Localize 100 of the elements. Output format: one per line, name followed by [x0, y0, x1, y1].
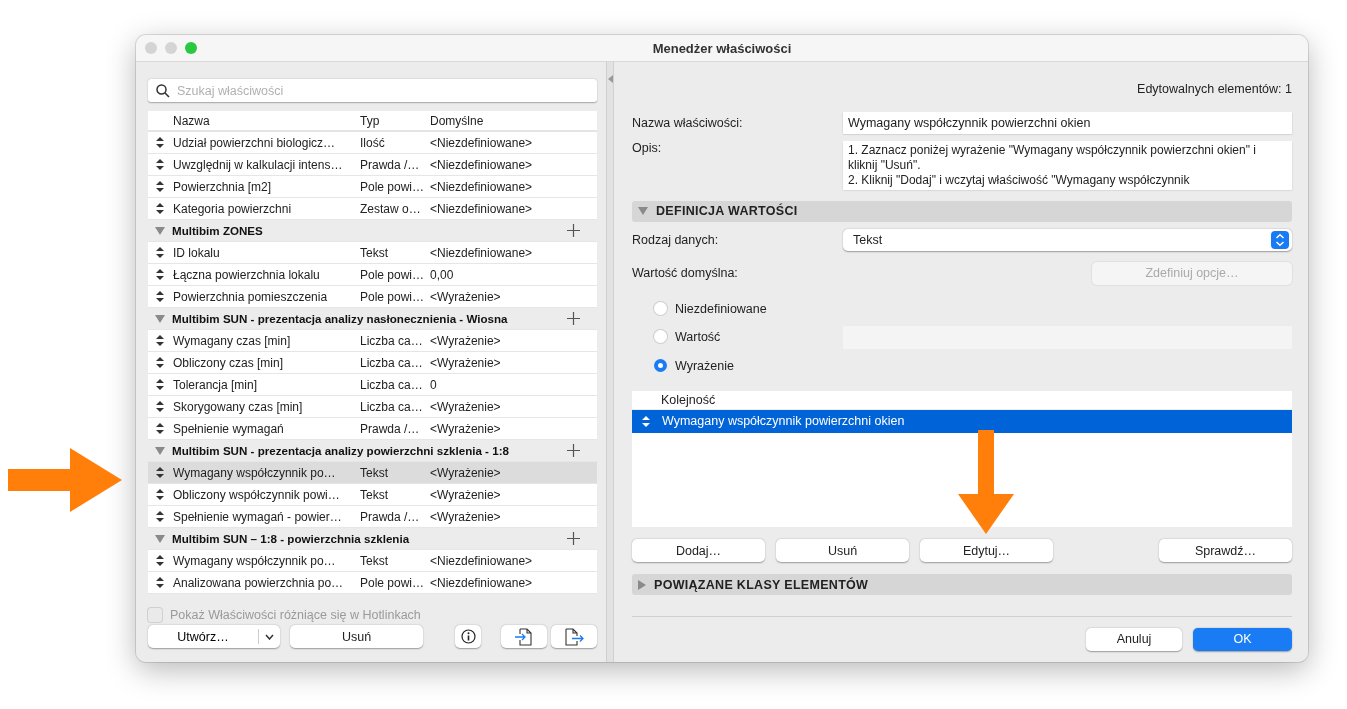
reorder-icon[interactable]	[156, 401, 164, 413]
reorder-icon[interactable]	[156, 137, 164, 149]
reorder-icon[interactable]	[156, 247, 164, 259]
search-field[interactable]: Szukaj właściwości	[148, 79, 597, 103]
reorder-icon[interactable]	[156, 555, 164, 567]
table-cell-text: Tekst	[359, 245, 389, 260]
add-icon[interactable]	[567, 224, 580, 238]
table-cell-text: Obliczony czas [min]	[172, 355, 285, 370]
info-icon	[460, 629, 476, 644]
editable-count: Edytowalnych elementów: 1	[1137, 82, 1292, 96]
table-cell-text: <Niezdefiniowane>	[429, 201, 534, 216]
radio-option[interactable]: Wartość	[654, 325, 843, 348]
disclosure-triangle-icon[interactable]	[155, 314, 165, 323]
table-cell-text: <Wyrażenie>	[429, 421, 502, 436]
table-cell-text: Wymagany współczynnik po…	[172, 465, 337, 480]
caret-icon	[265, 633, 274, 640]
checkbox-label: Pokaż Właściwości różniące się w Hotlinkach	[170, 608, 421, 623]
list-button[interactable]: Usuń	[776, 539, 909, 563]
table-cell-text: <Niezdefiniowane>	[429, 179, 534, 194]
radio-button[interactable]	[654, 330, 667, 344]
table-cell-text: Tolerancja [min]	[172, 377, 259, 392]
table-cell-text: Pole powi…	[359, 179, 426, 194]
table-cell-text: Tekst	[359, 465, 389, 480]
reorder-icon[interactable]	[156, 467, 164, 479]
reorder-icon[interactable]	[156, 159, 164, 171]
table-cell-text: <Wyrażenie>	[429, 289, 502, 304]
list-button[interactable]: Edytuj…	[920, 539, 1053, 563]
table-cell-text: Kategoria powierzchni	[172, 201, 293, 216]
group-name: Multibim SUN – 1:8 - powierzchnia szklenia	[172, 532, 411, 546]
group-row[interactable]: Multibim SUN - prezentacja analizy nasłonecznienia - Wiosna	[148, 308, 597, 331]
file-export-icon	[564, 627, 584, 646]
column-header[interactable]: Domyślne	[429, 113, 559, 128]
table-cell-text: Powierzchnia [m2]	[172, 179, 273, 194]
radio-option[interactable]: Niezdefiniowane	[654, 297, 843, 320]
column-header[interactable]: Kolejność	[661, 392, 716, 407]
data-type-select[interactable]: Tekst	[843, 228, 1292, 251]
table-cell-text: Łączna powierzchnia lokalu	[172, 267, 321, 282]
list-row[interactable]: Wymagany współczynnik powierzchni okien	[632, 409, 1292, 433]
section-header[interactable]: DEFINICJA WARTOŚCI	[632, 201, 1292, 222]
reorder-icon[interactable]	[156, 269, 164, 281]
group-name: Multibim SUN - prezentacja analizy powierzchni szklenia - 1:8	[172, 444, 510, 458]
property-row[interactable]: Wymagany współczynnik po… Tekst <Wyrażenie>	[148, 462, 597, 485]
reorder-icon[interactable]	[156, 203, 164, 215]
table-cell-text: Spełnienie wymagań	[172, 421, 285, 436]
export-button[interactable]	[551, 625, 597, 648]
group-row[interactable]: Multibim SUN – 1:8 - powierzchnia szklenia	[148, 528, 597, 551]
table-cell-text: <Wyrażenie>	[429, 465, 502, 480]
create-button[interactable]: Utwórz…	[148, 625, 280, 648]
table-cell-text: Liczba ca…	[359, 333, 424, 348]
group-row[interactable]: Multibim SUN - prezentacja analizy powierzchni szklenia - 1:8	[148, 440, 597, 463]
reorder-icon[interactable]	[156, 489, 164, 501]
column-header[interactable]: Typ	[359, 113, 429, 128]
section-header[interactable]: POWIĄZANE KLASY ELEMENTÓW	[632, 574, 1292, 595]
delete-button[interactable]: Usuń	[290, 625, 423, 648]
reorder-icon[interactable]	[156, 335, 164, 347]
table-cell-text: Tekst	[359, 487, 389, 502]
table-cell-text: <Niezdefiniowane>	[429, 157, 534, 172]
table-cell-text: <Niezdefiniowane>	[429, 245, 534, 260]
disclosure-triangle-icon[interactable]	[155, 226, 165, 235]
table-cell-text: <Wyrażenie>	[429, 333, 502, 348]
field-label: Rodzaj danych:	[632, 232, 720, 247]
table-cell-text: Analizowana powierzchnia po…	[172, 575, 345, 590]
file-import-icon	[514, 627, 534, 646]
column-header[interactable]: Nazwa	[172, 113, 359, 128]
list-button[interactable]: Dodaj…	[632, 539, 765, 563]
info-button[interactable]	[455, 625, 481, 648]
cancel-button[interactable]: Anuluj	[1086, 628, 1182, 651]
reorder-icon[interactable]	[156, 379, 164, 391]
table-cell-text: Wymagany współczynnik po…	[172, 553, 337, 568]
reorder-icon[interactable]	[156, 181, 164, 193]
table-cell-text: Spełnienie wymagań - powier…	[172, 509, 343, 524]
table-cell-text: <Wyrażenie>	[429, 399, 502, 414]
reorder-icon[interactable]	[642, 415, 650, 427]
reorder-icon[interactable]	[156, 357, 164, 369]
reorder-icon[interactable]	[156, 577, 164, 589]
add-icon[interactable]	[567, 444, 580, 458]
radio-button[interactable]	[654, 302, 667, 316]
table-cell-text: Liczba ca…	[359, 399, 424, 414]
table-cell-text: Zestaw o…	[359, 201, 422, 216]
radio-option[interactable]: Wyrażenie	[654, 354, 843, 377]
table-cell-text: <Wyrażenie>	[429, 509, 502, 524]
table-cell-text: Prawda /…	[359, 421, 421, 436]
table-cell-text: Pole powi…	[359, 575, 426, 590]
add-icon[interactable]	[567, 532, 580, 546]
text-area[interactable]: 1. Zaznacz poniżej wyrażenie "Wymagany współczynnik powierzchni okien" i kliknij "Usuń". 2. Kliknij "Dodaj" i wczytaj właściwość "Wymagany współczynnik	[843, 141, 1292, 190]
table-cell-text: <Niezdefiniowane>	[429, 553, 534, 568]
reorder-icon[interactable]	[156, 511, 164, 523]
disclosure-triangle-icon[interactable]	[155, 534, 165, 543]
table-cell-text: Pole powi…	[359, 289, 426, 304]
disclosure-triangle-icon[interactable]	[155, 446, 165, 455]
table-cell-text: Prawda /…	[359, 157, 421, 172]
import-button[interactable]	[501, 625, 547, 648]
list-button[interactable]: Sprawdź…	[1159, 539, 1292, 563]
add-icon[interactable]	[567, 312, 580, 326]
input-field[interactable]: Wymagany współczynnik powierzchni okien	[843, 112, 1292, 134]
reorder-icon[interactable]	[156, 291, 164, 303]
group-row[interactable]: Multibim ZONES	[148, 220, 597, 243]
ok-button[interactable]: OK	[1193, 628, 1292, 651]
reorder-icon[interactable]	[156, 423, 164, 435]
radio-button[interactable]	[654, 359, 667, 373]
